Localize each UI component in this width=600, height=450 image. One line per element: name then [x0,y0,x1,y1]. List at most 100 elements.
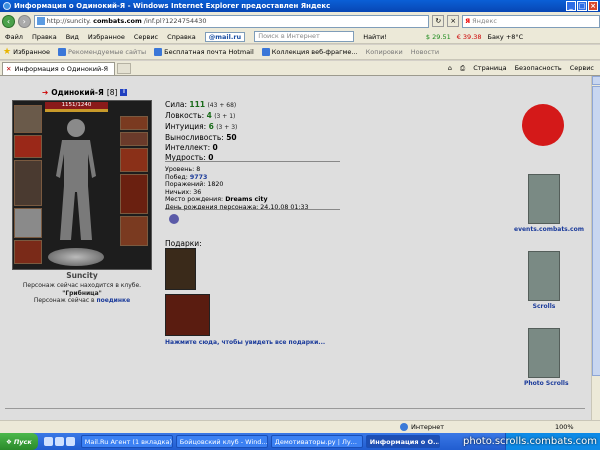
fav-item-copy[interactable]: Копировки [366,48,403,56]
window-title: Информация о Одинокий-Я - Windows Intern… [14,2,331,10]
task-mailru-agent[interactable]: Mail.Ru Агент (1 вкладка) [80,435,173,448]
shield-slot[interactable] [120,174,148,214]
location-link[interactable]: поединке [96,297,130,304]
boots-slot[interactable] [120,216,148,246]
gift-item[interactable] [165,294,210,336]
amulet-slot[interactable] [14,135,42,158]
fav-item-webslices[interactable]: Коллекция веб-фрагме... [261,48,358,56]
events-link[interactable]: events.combats.com [514,226,584,233]
info-birthplace: Место рождения: Dreams city [165,196,268,203]
tab-active[interactable]: ✕ Информация о Одинокий-Я [2,61,116,75]
divider [165,209,340,210]
task-info-active[interactable]: Информация о О... [365,435,440,448]
print-icon[interactable]: ⎙ [460,64,465,73]
start-button[interactable]: ❖ Пуск [0,433,38,450]
find-button[interactable]: Найти! [363,33,387,41]
quicklaunch-icon[interactable] [43,437,53,446]
info-icon[interactable]: i [120,89,128,96]
home-icon[interactable]: ⌂ [448,64,452,73]
maximize-button[interactable]: □ [577,1,587,11]
gift-item[interactable] [165,248,196,290]
new-tab-button[interactable] [117,62,132,74]
tab-bar: ✕ Информация о Одинокий-Я ⌂ ⎙ Страница Б… [0,61,600,76]
security-zone: Интернет [400,423,444,431]
photo-scrolls-banner[interactable]: Photo Scrolls [524,328,569,387]
weapon-slot[interactable] [14,160,42,206]
fav-item-hotmail[interactable]: Бесплатная почта Hotmail [154,48,254,56]
emblem-logo [48,248,104,266]
menu-help[interactable]: Справка [167,33,196,41]
quick-launch [43,437,75,446]
scroll-up-icon[interactable] [592,76,600,85]
gifts-title: Подарки: [165,239,202,248]
scrolls-link[interactable]: Scrolls [524,303,564,310]
tool-service[interactable]: Сервис [570,64,594,73]
stat-agility: Ловкость: 4 (3 + 1) [165,111,236,120]
mailru-logo[interactable]: @mail.ru [204,31,246,42]
combats-logo[interactable] [522,104,564,146]
stat-strength: Сила: 111 (43 + 68) [165,100,237,109]
task-demotivators[interactable]: Демотиваторы.ру | Лу... [270,435,363,448]
page-content: ➔ Одинокий-Я [8] i 1151/1240 Suncity Пер… [0,76,600,420]
page-icon [154,48,163,56]
armor-slot[interactable] [14,208,42,238]
fav-item-suggested[interactable]: Рекомендуемые сайты [58,48,146,56]
refresh-button[interactable]: ↻ [432,15,445,27]
tool-security[interactable]: Безопасность [515,64,562,73]
info-level: Уровень: 8 [165,166,201,173]
stop-button[interactable]: × [447,15,460,27]
belt-slot[interactable] [14,240,42,264]
divider [165,161,340,162]
forward-button[interactable]: › [17,14,31,28]
menu-edit[interactable]: Правка [32,33,57,41]
all-gifts-link[interactable]: Нажмите сюда, чтобы увидеть все подарки.… [165,339,325,346]
task-combats[interactable]: Бойцовский клуб - Wind... [175,435,268,448]
page-icon [58,48,66,56]
url-path: /inf.pl?1224754430 [143,17,207,25]
address-bar[interactable]: http://suncity. combats.com/inf.pl?122475… [33,14,430,28]
divider [5,408,585,409]
minimize-button[interactable]: _ [566,1,576,11]
events-banner[interactable]: events.combats.com [514,174,584,233]
earring-slot[interactable] [120,116,148,130]
quicklaunch-icon[interactable] [54,437,64,446]
menu-tools[interactable]: Сервис [134,33,158,41]
watermark: photo.scrolls.combats.com [462,436,597,447]
stats-panel: Сила: 111 (43 + 68) Ловкость: 4 (3 + 1) … [165,100,237,163]
vertical-scrollbar[interactable] [591,76,600,420]
fav-item-news[interactable]: Новости [411,48,439,56]
menu-view[interactable]: Вид [66,33,79,41]
location-prefix: Персонаж сейчас в [33,297,95,304]
stat-intellect: Интеллект: 0 [165,143,218,152]
zoom-level[interactable]: 100% [555,423,574,431]
scrolls-banner[interactable]: Scrolls [524,251,564,310]
window-titlebar: Информация о Одинокий-Я - Windows Intern… [0,0,600,12]
character-name: Одинокий-Я [51,88,104,97]
status-bar: Интернет 100% [0,420,600,433]
ring-slots[interactable] [120,132,148,146]
page-icon [261,48,270,56]
internet-search-input[interactable]: Поиск в Интернет [254,31,355,42]
stat-endurance: Выносливость: 50 [165,133,237,142]
menu-favorites[interactable]: Избранное [88,33,125,41]
character-header: ➔ Одинокий-Я [8] i [42,88,128,97]
eur-rate: € 39.38 [456,32,482,41]
close-tab-icon[interactable]: ✕ [6,65,11,73]
page-icon [36,17,45,25]
gloves-slot[interactable] [120,148,148,172]
info-losses: Поражений: 1820 [165,181,224,188]
windows-icon: ❖ [6,437,12,446]
close-button[interactable]: × [588,1,598,11]
back-button[interactable]: ‹ [2,14,15,28]
tool-page[interactable]: Страница [473,64,506,73]
yandex-search-input[interactable]: Я Яндекс [462,14,600,28]
menu-file[interactable]: Файл [5,33,23,41]
quicklaunch-icon[interactable] [65,437,75,446]
scroll-thumb[interactable] [592,86,600,376]
favorites-button[interactable]: ★ Избранное [3,47,50,57]
globe-icon [400,423,408,431]
helmet-slot[interactable] [14,105,42,133]
badge-icon[interactable] [169,214,179,224]
photo-scrolls-link[interactable]: Photo Scrolls [524,380,569,387]
character-silhouette [56,119,96,240]
